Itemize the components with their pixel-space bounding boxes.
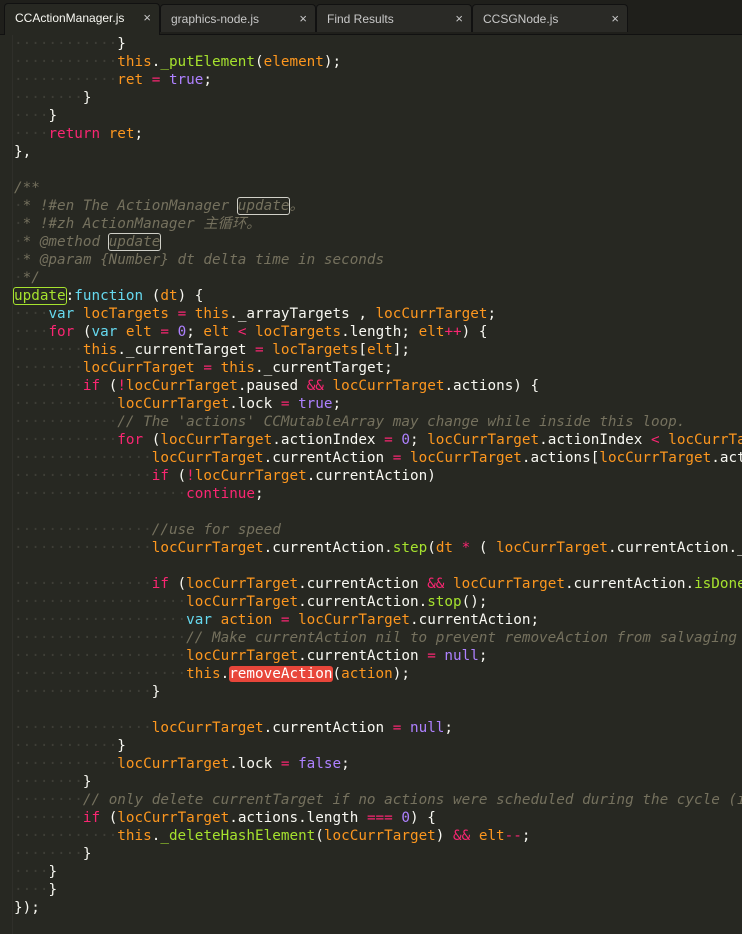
code-line[interactable]: ········} (14, 845, 742, 863)
code-line[interactable]: ············} (14, 737, 742, 755)
code-line[interactable]: ················locCurrTarget.currentAct… (14, 719, 742, 737)
close-icon[interactable]: × (299, 5, 307, 33)
tab-label: CCActionManager.js (15, 11, 125, 25)
code-line[interactable]: ····················// Make currentActio… (14, 629, 742, 647)
code-line[interactable]: ····················locCurrTarget.curren… (14, 647, 742, 665)
code-line[interactable]: /** (14, 179, 742, 197)
code-line[interactable]: ····················continue; (14, 485, 742, 503)
code-line[interactable]: ·*/ (14, 269, 742, 287)
code-line[interactable]: ····················var action = locCurr… (14, 611, 742, 629)
close-icon[interactable]: × (455, 5, 463, 33)
code-line[interactable] (14, 701, 742, 719)
code-line[interactable]: ················if (!locCurrTarget.curre… (14, 467, 742, 485)
tab-find-results[interactable]: Find Results × (316, 4, 472, 32)
code-line[interactable]: ············this._putElement(element); (14, 53, 742, 71)
code-line[interactable]: ············for (locCurrTarget.actionInd… (14, 431, 742, 449)
code-editor[interactable]: ············} ············this._putElemen… (0, 35, 742, 934)
code-line[interactable] (14, 161, 742, 179)
code-line[interactable]: ················locCurrTarget.currentAct… (14, 539, 742, 557)
code-line[interactable]: ····················this.removeAction(ac… (14, 665, 742, 683)
code-line[interactable]: update:function (dt) { (13, 287, 742, 305)
tab-label: CCSGNode.js (483, 12, 559, 26)
code-line[interactable]: ·* @param {Number} dt delta time in seco… (14, 251, 742, 269)
code-line[interactable]: ················if (locCurrTarget.curren… (14, 575, 742, 593)
code-line[interactable]: ················//use for speed (14, 521, 742, 539)
code-line[interactable]: ····} (14, 881, 742, 899)
code-line[interactable]: ·* !#en The ActionManager update。 (14, 197, 742, 215)
code-line[interactable]: ·* @method update (14, 233, 742, 251)
code-line[interactable]: ········if (!locCurrTarget.paused && loc… (14, 377, 742, 395)
tab-ccsgnode[interactable]: CCSGNode.js × (472, 4, 628, 32)
code-line[interactable]: ····} (14, 863, 742, 881)
code-line[interactable]: ········// only delete currentTarget if … (14, 791, 742, 809)
code-line[interactable]: }, (14, 143, 742, 161)
code-line[interactable] (14, 557, 742, 575)
code-line[interactable]: ············locCurrTarget.lock = true; (14, 395, 742, 413)
code-line[interactable]: ········if (locCurrTarget.actions.length… (14, 809, 742, 827)
gutter (0, 35, 13, 934)
code-line[interactable]: ········} (14, 89, 742, 107)
code-line[interactable]: ····var locTargets = this._arrayTargets … (14, 305, 742, 323)
code-line[interactable]: ············this._deleteHashElement(locC… (14, 827, 742, 845)
code-line[interactable]: ····················locCurrTarget.curren… (14, 593, 742, 611)
code-line[interactable]: ········} (14, 773, 742, 791)
close-icon[interactable]: × (611, 5, 619, 33)
code-line[interactable]: ····return ret; (14, 125, 742, 143)
code-line[interactable]: ············locCurrTarget.lock = false; (14, 755, 742, 773)
code-line[interactable]: ············ret = true; (14, 71, 742, 89)
code-line[interactable]: ····} (14, 107, 742, 125)
code-area[interactable]: ············} ············this._putElemen… (13, 35, 742, 917)
code-line[interactable]: ·* !#zh ActionManager 主循环。 (14, 215, 742, 233)
code-line[interactable] (14, 503, 742, 521)
code-line[interactable]: ········locCurrTarget = this._currentTar… (14, 359, 742, 377)
tab-label: graphics-node.js (171, 12, 260, 26)
code-line[interactable]: }); (14, 899, 742, 917)
code-line[interactable]: ········this._currentTarget = locTargets… (14, 341, 742, 359)
tab-graphics-node[interactable]: graphics-node.js × (160, 4, 316, 32)
tab-bar: CCActionManager.js × graphics-node.js × … (0, 0, 742, 35)
code-line[interactable]: ················} (14, 683, 742, 701)
close-icon[interactable]: × (143, 4, 151, 32)
code-line[interactable]: ············} (14, 35, 742, 53)
code-line[interactable]: ················locCurrTarget.currentAct… (14, 449, 742, 467)
tab-ccactionmanager[interactable]: CCActionManager.js × (4, 3, 160, 35)
tab-label: Find Results (327, 12, 394, 26)
code-line[interactable]: ····for (var elt = 0; elt < locTargets.l… (14, 323, 742, 341)
code-line[interactable]: ············// The 'actions' CCMutableAr… (14, 413, 742, 431)
